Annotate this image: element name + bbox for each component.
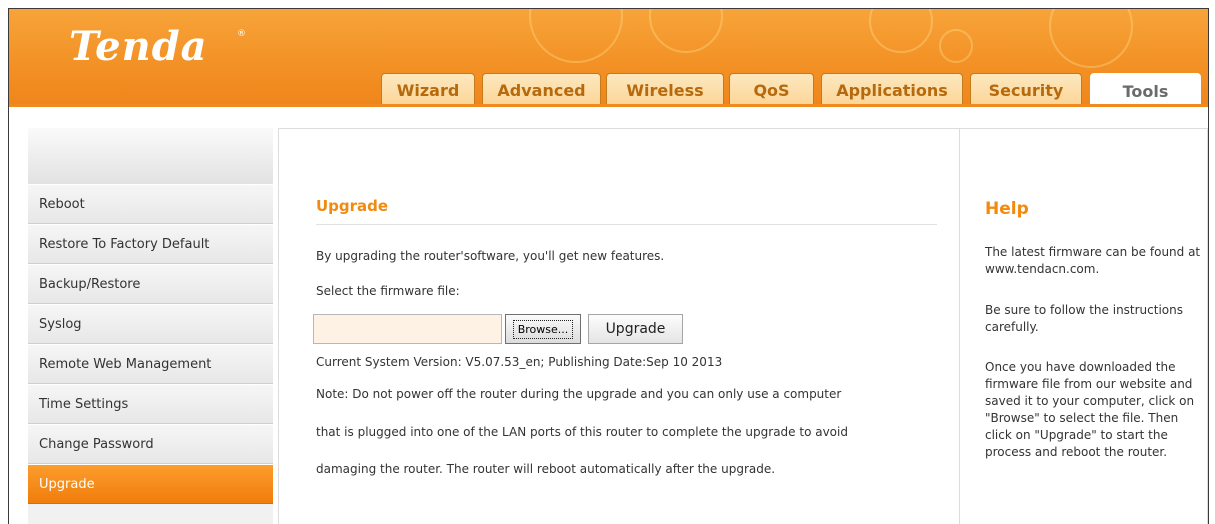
select-firmware-label: Select the firmware file: <box>316 284 460 298</box>
sidebar-item-backup-restore[interactable]: Backup/Restore <box>28 264 273 304</box>
note-line-2: that is plugged into one of the LAN port… <box>316 425 848 439</box>
decorative-bubble <box>939 29 973 63</box>
intro-text: By upgrading the router'software, you'll… <box>316 249 665 263</box>
note-line-1: Note: Do not power off the router during… <box>316 387 842 401</box>
sidebar: Reboot Restore To Factory Default Backup… <box>28 128 273 524</box>
tab-tools[interactable]: Tools <box>1090 73 1201 104</box>
decorative-bubble <box>869 9 933 53</box>
tab-qos[interactable]: QoS <box>729 73 814 104</box>
sidebar-item-syslog[interactable]: Syslog <box>28 304 273 344</box>
firmware-file-input[interactable] <box>313 314 502 344</box>
tab-applications[interactable]: Applications <box>821 73 963 104</box>
sidebar-item-remote-web-management[interactable]: Remote Web Management <box>28 344 273 384</box>
decorative-bubble <box>649 9 723 53</box>
help-panel: Help The latest firmware can be found at… <box>960 128 1208 524</box>
sidebar-item-restore-factory-default[interactable]: Restore To Factory Default <box>28 224 273 264</box>
browse-button[interactable]: Browse... <box>505 314 581 344</box>
tab-advanced[interactable]: Advanced <box>482 73 601 104</box>
registered-mark: ® <box>237 29 246 39</box>
note-line-3: damaging the router. The router will reb… <box>316 462 776 476</box>
upgrade-button[interactable]: Upgrade <box>588 314 683 344</box>
help-paragraph-3: Once you have downloaded the firmware fi… <box>985 360 1195 459</box>
decorative-bubble <box>529 9 623 63</box>
decorative-bubble <box>1049 9 1133 68</box>
browse-button-label: Browse... <box>512 319 574 339</box>
router-admin-window: Tenda ® Wizard Advanced Wireless QoS App… <box>8 8 1209 524</box>
tab-wireless[interactable]: Wireless <box>606 73 724 104</box>
sidebar-item-change-password[interactable]: Change Password <box>28 424 273 464</box>
help-title: Help <box>985 199 1029 219</box>
sidebar-header <box>28 128 273 184</box>
help-paragraph-1: The latest firmware can be found at www.… <box>985 245 1201 276</box>
tab-wizard[interactable]: Wizard <box>381 73 475 104</box>
header-bar: Tenda ® Wizard Advanced Wireless QoS App… <box>9 9 1208 107</box>
sidebar-item-time-settings[interactable]: Time Settings <box>28 384 273 424</box>
tab-security[interactable]: Security <box>970 73 1082 104</box>
help-paragraph-2: Be sure to follow the instructions caref… <box>985 303 1183 334</box>
sidebar-item-reboot[interactable]: Reboot <box>28 184 273 224</box>
sidebar-item-upgrade[interactable]: Upgrade <box>28 464 273 504</box>
tenda-logo: Tenda <box>69 23 208 70</box>
page-title: Upgrade <box>316 197 389 215</box>
title-divider <box>316 224 937 225</box>
current-version-text: Current System Version: V5.07.53_en; Pub… <box>316 355 723 369</box>
main-panel: Upgrade By upgrading the router'software… <box>278 128 960 524</box>
